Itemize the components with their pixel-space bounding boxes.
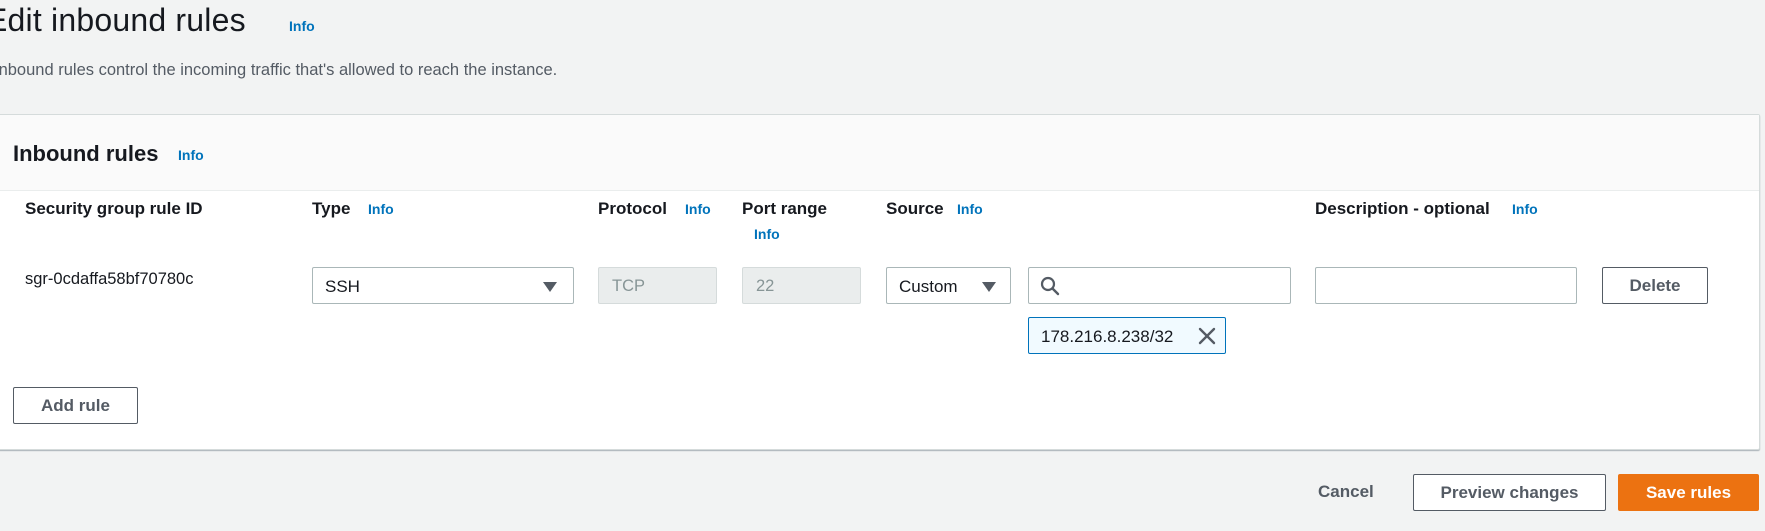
type-info-link[interactable]: Info (368, 201, 394, 217)
source-token-label: 178.216.8.238/32 (1041, 327, 1174, 346)
column-header-type: Type (312, 199, 351, 218)
search-icon (1040, 276, 1060, 296)
source-search-input[interactable] (1028, 267, 1291, 304)
column-header-port-range: Port range (742, 199, 828, 218)
panel-info-link[interactable]: Info (178, 147, 204, 163)
column-header-rule-id: Security group rule ID (25, 199, 203, 218)
source-type-select-value: Custom (899, 277, 958, 296)
panel-header: Inbound rules Info (0, 115, 1759, 191)
column-header-source: Source (886, 199, 944, 218)
column-header-protocol: Protocol (598, 199, 667, 218)
description-info-link[interactable]: Info (1512, 201, 1538, 217)
page-title-info-link[interactable]: Info (289, 18, 315, 34)
rule-id-value: sgr-0cdaffa58bf70780c (25, 270, 194, 288)
column-header-description: Description - optional (1315, 199, 1490, 218)
source-info-link[interactable]: Info (957, 201, 983, 217)
caret-down-icon (543, 282, 557, 292)
port-range-info-link[interactable]: Info (754, 226, 780, 242)
source-type-select[interactable]: Custom (886, 267, 1011, 304)
port-range-field: 22 (742, 267, 861, 304)
edit-inbound-rules-page: Edit inbound rules Info Inbound rules co… (0, 0, 1765, 531)
cancel-button[interactable]: Cancel (1318, 482, 1374, 502)
protocol-field: TCP (598, 267, 717, 304)
description-input[interactable] (1315, 267, 1577, 304)
page-description: Inbound rules control the incoming traff… (0, 61, 558, 79)
source-token: 178.216.8.238/32 (1028, 317, 1226, 354)
type-select-value: SSH (325, 277, 360, 296)
preview-changes-button[interactable]: Preview changes (1413, 474, 1606, 511)
caret-down-icon (982, 282, 996, 292)
delete-rule-button[interactable]: Delete (1602, 267, 1708, 304)
add-rule-button[interactable]: Add rule (13, 387, 138, 424)
page-title: Edit inbound rules (0, 2, 246, 38)
close-icon[interactable] (1197, 326, 1217, 346)
panel-title: Inbound rules (13, 141, 159, 166)
type-select[interactable]: SSH (312, 267, 574, 304)
protocol-info-link[interactable]: Info (685, 201, 711, 217)
save-rules-button[interactable]: Save rules (1618, 474, 1759, 511)
